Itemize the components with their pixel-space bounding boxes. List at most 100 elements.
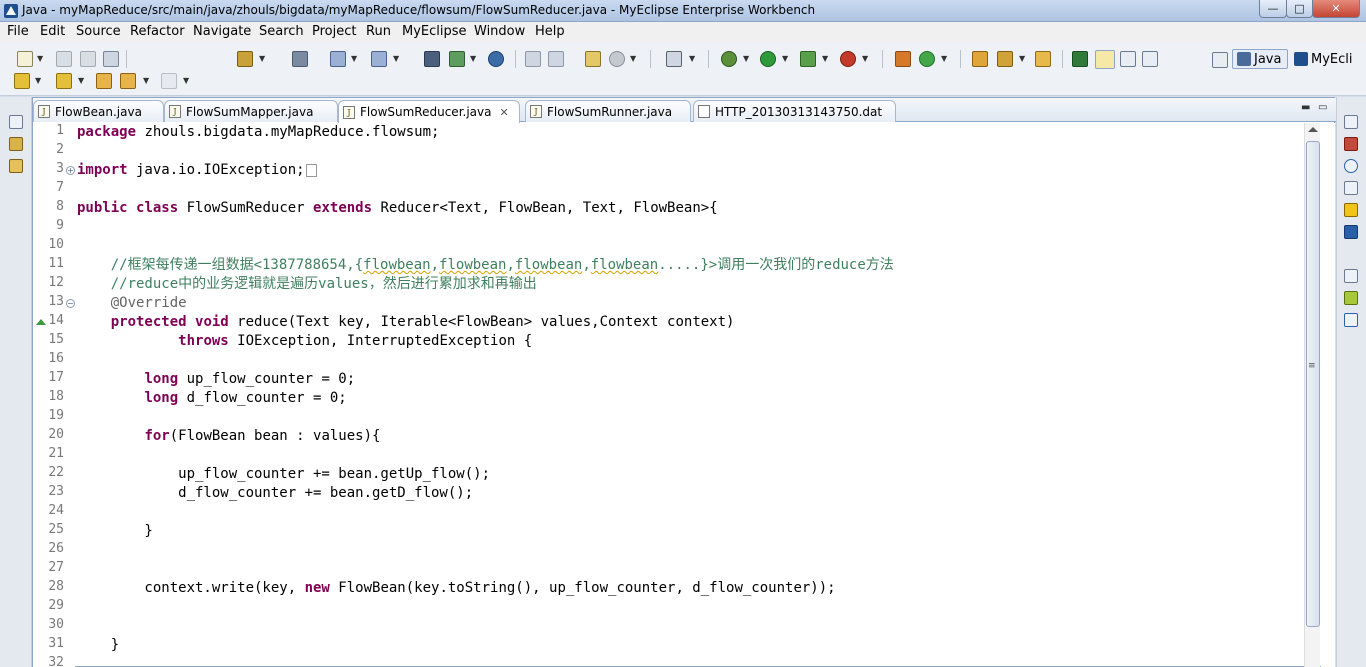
open-perspective-icon[interactable] (1212, 52, 1228, 68)
new-file-icon[interactable] (17, 51, 33, 67)
menu-myeclipse[interactable]: MyEclipse (402, 24, 467, 39)
maximize-editor-icon[interactable]: ▭ (1318, 102, 1327, 113)
open-type-icon[interactable] (972, 51, 988, 67)
search-dropdown-icon[interactable]: ▼ (630, 54, 636, 63)
tab-flowsumreducer[interactable]: J FlowSumReducer.java ✕ (338, 100, 520, 123)
tab-flowsumrunner[interactable]: J FlowSumRunner.java (525, 100, 691, 122)
menu-source[interactable]: Source (76, 24, 121, 39)
open-folder-icon[interactable] (1035, 51, 1051, 67)
coverage-icon[interactable] (800, 51, 816, 67)
search-web-icon[interactable] (609, 51, 625, 67)
menu-search[interactable]: Search (259, 24, 304, 39)
close-button[interactable]: ✕ (1312, 0, 1360, 18)
package-dropdown-icon[interactable]: ▼ (393, 54, 399, 63)
perspective-myeclipse[interactable]: MyEcli (1292, 49, 1366, 69)
save-icon[interactable] (56, 51, 72, 67)
scrollbar-thumb[interactable] (1306, 141, 1320, 627)
keyword: public (77, 200, 128, 216)
next-annotation-dropdown-icon[interactable]: ▼ (35, 76, 41, 85)
scroll-up-icon[interactable] (1308, 127, 1318, 132)
declaration-icon[interactable] (1344, 181, 1358, 195)
package-explorer-icon[interactable] (9, 137, 23, 151)
tasks-icon[interactable] (1344, 291, 1358, 305)
debug-icon[interactable] (721, 51, 737, 67)
run-server-icon[interactable] (449, 51, 465, 67)
show-whitespace-icon[interactable] (1142, 51, 1158, 67)
menu-project[interactable]: Project (312, 24, 356, 39)
block-selection-icon[interactable] (1120, 51, 1136, 67)
code-text-area[interactable]: package zhouls.bigdata.myMapReduce.flows… (77, 123, 1302, 667)
forward-arrow-icon[interactable] (161, 73, 177, 89)
run-server-dropdown-icon[interactable]: ▼ (470, 54, 476, 63)
screen-icon[interactable] (666, 51, 682, 67)
menu-run[interactable]: Run (366, 24, 391, 39)
maximize-button[interactable]: □ (1286, 0, 1313, 18)
menu-window[interactable]: Window (474, 24, 525, 39)
new-type-dropdown-icon[interactable]: ▼ (941, 54, 947, 63)
perspective-java[interactable]: Java (1232, 49, 1288, 69)
servers-icon[interactable] (1344, 203, 1358, 217)
collapse-fold-icon[interactable]: − (66, 299, 75, 308)
new-package-icon[interactable] (371, 51, 387, 67)
external-tools-dropdown-icon[interactable]: ▼ (862, 54, 868, 63)
open-task-icon[interactable] (997, 51, 1013, 67)
console-icon[interactable] (1344, 225, 1358, 239)
tab-flowbean[interactable]: J FlowBean.java (33, 100, 164, 122)
java-file-icon: J (169, 105, 181, 118)
print-icon[interactable] (103, 51, 119, 67)
task-dropdown-icon[interactable]: ▼ (1019, 54, 1025, 63)
close-tab-icon[interactable]: ✕ (499, 106, 508, 119)
expand-fold-icon[interactable]: + (66, 166, 75, 175)
prev-annotation-dropdown-icon[interactable]: ▼ (78, 76, 84, 85)
coverage-dropdown-icon[interactable]: ▼ (822, 54, 828, 63)
restore-icon[interactable] (1344, 269, 1358, 283)
minimize-editor-icon[interactable]: ▬ (1301, 102, 1310, 113)
tool-icon[interactable] (548, 51, 564, 67)
tool-icon[interactable] (525, 51, 541, 67)
back-arrow-icon[interactable] (120, 73, 136, 89)
mark-occurrences-icon[interactable] (1095, 50, 1115, 69)
run-dropdown-icon[interactable]: ▼ (782, 54, 788, 63)
new-project-dropdown-icon[interactable]: ▼ (351, 54, 357, 63)
tab-http-dat[interactable]: HTTP_20130313143750.dat (693, 100, 896, 122)
code-line: import java.io.IOException; (77, 161, 317, 180)
new-interface-icon[interactable] (919, 51, 935, 67)
server-dropdown-icon[interactable]: ▼ (259, 54, 265, 63)
minimize-button[interactable]: — (1259, 0, 1287, 18)
outline-icon[interactable] (1344, 313, 1358, 327)
save-all-icon[interactable] (80, 51, 96, 67)
line-number: 23 (48, 484, 64, 499)
tab-flowsummapper[interactable]: J FlowSumMapper.java (164, 100, 338, 122)
deploy-icon[interactable] (424, 51, 440, 67)
new-java-project-icon[interactable] (330, 51, 346, 67)
image-editor-icon[interactable] (585, 51, 601, 67)
db-explorer-icon[interactable] (292, 51, 308, 67)
restore-icon[interactable] (9, 115, 23, 129)
browser-icon[interactable] (488, 51, 504, 67)
restore-icon[interactable] (1344, 115, 1358, 129)
menu-file[interactable]: File (7, 24, 29, 39)
menu-help[interactable]: Help (535, 24, 565, 39)
prev-annotation-icon[interactable] (56, 73, 72, 89)
external-tools-icon[interactable] (840, 51, 856, 67)
debug-dropdown-icon[interactable]: ▼ (743, 54, 749, 63)
javadoc-icon[interactable] (1344, 159, 1358, 173)
menu-edit[interactable]: Edit (40, 24, 65, 39)
line-number: 25 (48, 522, 64, 537)
back-dropdown-icon[interactable]: ▼ (143, 76, 149, 85)
new-class-icon[interactable] (895, 51, 911, 67)
search-icon[interactable] (1072, 51, 1088, 67)
forward-dropdown-icon[interactable]: ▼ (183, 76, 189, 85)
run-icon[interactable] (760, 51, 776, 67)
server-icon[interactable] (237, 51, 253, 67)
problems-icon[interactable] (1344, 137, 1358, 151)
screen-dropdown-icon[interactable]: ▼ (689, 54, 695, 63)
next-annotation-icon[interactable] (14, 73, 30, 89)
collapsed-imports-icon[interactable] (305, 163, 317, 177)
menu-refactor[interactable]: Refactor (130, 24, 185, 39)
menu-navigate[interactable]: Navigate (193, 24, 251, 39)
hierarchy-icon[interactable] (9, 159, 23, 173)
vertical-scrollbar[interactable]: ≡ (1304, 123, 1320, 667)
new-dropdown-icon[interactable]: ▼ (37, 54, 43, 63)
last-edit-icon[interactable] (96, 73, 112, 89)
